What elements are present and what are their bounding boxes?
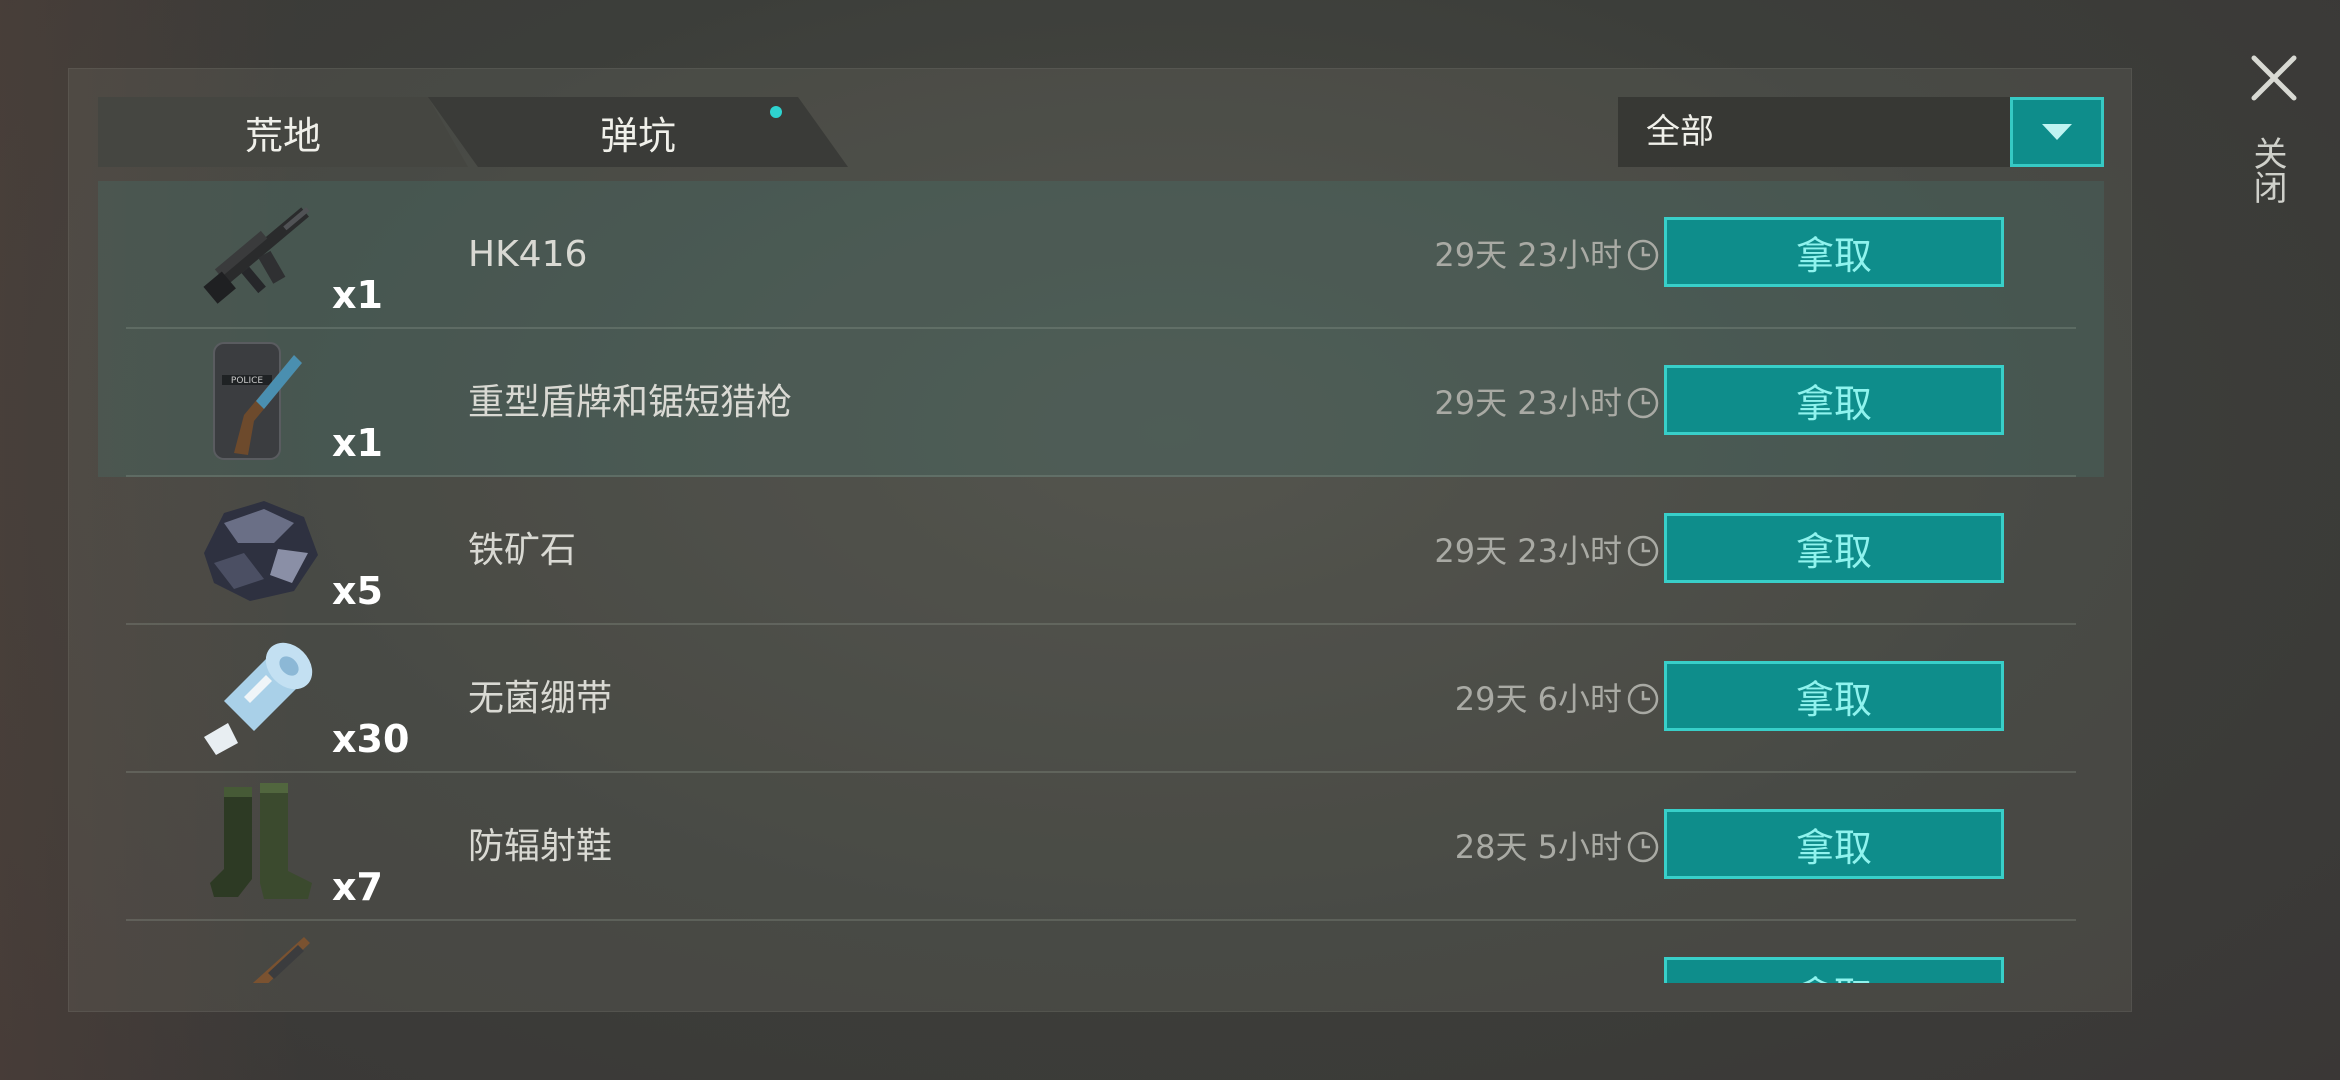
item-name: HK416 bbox=[468, 234, 588, 275]
rifle-icon bbox=[252, 937, 310, 983]
item-name: 防辐射鞋 bbox=[468, 826, 613, 867]
item-timer: 28天 5小时 bbox=[1454, 828, 1622, 866]
riot-shield-shotgun-icon: POLICE bbox=[213, 342, 302, 460]
list-item: x7 防辐射鞋 28天 5小时 拿取 bbox=[98, 773, 2104, 921]
clock-icon bbox=[1627, 683, 1659, 715]
item-quantity: x30 bbox=[332, 717, 410, 761]
list-item: POLICE x1 重型盾牌和锯短猎枪 29天 23小时 拿取 bbox=[98, 329, 2104, 477]
filter-selected-label: 全部 bbox=[1646, 112, 1714, 152]
item-timer: 29天 23小时 bbox=[1434, 384, 1622, 422]
list-item: x1 HK416 29天 23小时 拿取 bbox=[98, 181, 2104, 329]
list-item: 拿取 bbox=[98, 921, 2104, 983]
item-name: 无菌绷带 bbox=[468, 678, 613, 719]
close-label[interactable]: 关闭 bbox=[2247, 136, 2292, 204]
item-quantity: x7 bbox=[332, 865, 383, 909]
item-timer: 29天 23小时 bbox=[1434, 532, 1622, 570]
chevron-down-icon bbox=[2042, 124, 2072, 140]
list-item: x30 无菌绷带 29天 6小时 拿取 bbox=[98, 625, 2104, 773]
clock-icon bbox=[1627, 387, 1659, 419]
take-button[interactable]: 拿取 bbox=[1664, 217, 2004, 287]
rubber-boots-icon bbox=[210, 783, 312, 899]
mail-list-container: 荒地 弹坑 全部 x1 HK416 29天 23小时 拿取 POLICE x1 … bbox=[98, 97, 2104, 983]
item-quantity: x1 bbox=[332, 421, 383, 465]
item-name: 铁矿石 bbox=[468, 530, 577, 571]
take-button[interactable]: 拿取 bbox=[1664, 365, 2004, 435]
take-button[interactable]: 拿取 bbox=[1664, 809, 2004, 879]
close-icon[interactable] bbox=[2250, 54, 2298, 102]
iron-ore-icon bbox=[204, 501, 318, 601]
tab-crater[interactable]: 弹坑 bbox=[428, 97, 848, 167]
assault-rifle-icon bbox=[203, 207, 310, 304]
take-button[interactable]: 拿取 bbox=[1664, 513, 2004, 583]
list-item: x5 铁矿石 29天 23小时 拿取 bbox=[98, 477, 2104, 625]
take-button[interactable]: 拿取 bbox=[1664, 957, 2004, 983]
filter-dropdown[interactable]: 全部 bbox=[1618, 97, 2104, 167]
item-timer: 29天 23小时 bbox=[1434, 236, 1622, 274]
take-button[interactable]: 拿取 bbox=[1664, 661, 2004, 731]
tab-wasteland[interactable]: 荒地 bbox=[98, 97, 468, 167]
item-quantity: x1 bbox=[332, 273, 383, 317]
clock-icon bbox=[1627, 535, 1659, 567]
item-timer: 29天 6小时 bbox=[1454, 680, 1622, 718]
clock-icon bbox=[1627, 239, 1659, 271]
dropdown-toggle-button[interactable] bbox=[2010, 97, 2104, 167]
svg-text:POLICE: POLICE bbox=[231, 376, 263, 386]
clock-icon bbox=[1627, 831, 1659, 863]
tab-wasteland-label: 荒地 bbox=[244, 113, 321, 158]
item-name: 重型盾牌和锯短猎枪 bbox=[468, 382, 793, 423]
notification-dot bbox=[770, 106, 782, 118]
tab-crater-label: 弹坑 bbox=[599, 113, 676, 158]
item-quantity: x5 bbox=[332, 569, 383, 613]
bandage-icon bbox=[204, 642, 313, 755]
item-list[interactable]: x1 HK416 29天 23小时 拿取 POLICE x1 重型盾牌和锯短猎枪… bbox=[98, 181, 2104, 983]
